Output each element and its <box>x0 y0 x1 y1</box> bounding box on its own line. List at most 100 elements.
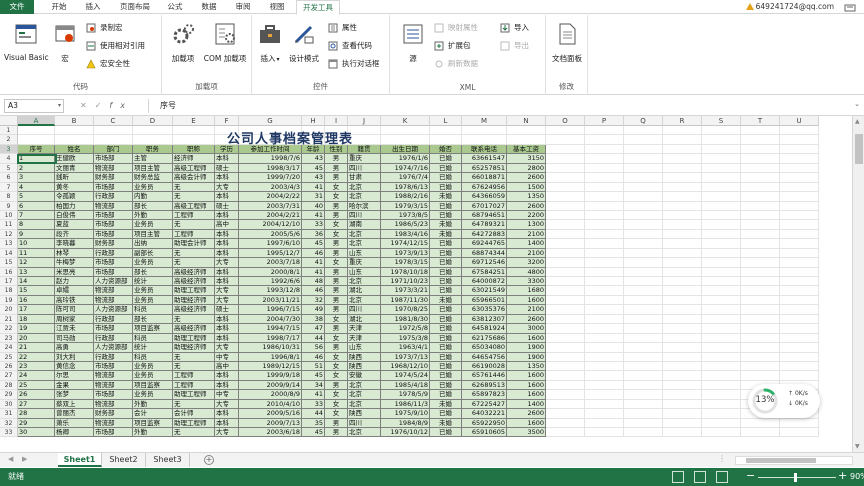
cell[interactable]: 67584251 <box>462 267 507 277</box>
cell[interactable] <box>546 361 585 372</box>
cell[interactable]: 业务员 <box>133 371 173 381</box>
map-properties-button[interactable]: 映射属性 <box>434 21 478 35</box>
cell[interactable]: 湖南 <box>348 220 381 230</box>
cell[interactable]: 3 <box>18 173 55 183</box>
cell[interactable]: 女 <box>325 192 348 202</box>
row-header[interactable]: 26 <box>0 362 17 372</box>
cell[interactable] <box>741 428 780 438</box>
cell[interactable] <box>780 333 819 344</box>
cell[interactable]: 已婚 <box>430 314 462 325</box>
cell[interactable] <box>780 343 819 353</box>
cell[interactable]: 1976/10/12 <box>381 428 430 438</box>
cell[interactable] <box>546 409 585 419</box>
cell[interactable] <box>585 220 624 230</box>
cell[interactable]: 2100 <box>507 305 546 315</box>
cell[interactable]: 本科 <box>215 277 239 287</box>
cell[interactable]: 杨卿 <box>55 428 94 438</box>
cell[interactable]: 67624956 <box>462 182 507 193</box>
cell[interactable]: 46 <box>302 248 325 259</box>
cell[interactable] <box>546 399 585 410</box>
cell[interactable]: 北京 <box>348 192 381 202</box>
column-header[interactable]: C <box>94 116 133 126</box>
cell[interactable] <box>663 305 702 315</box>
cell[interactable]: 2009/7/13 <box>239 418 302 428</box>
cell[interactable]: 64654756 <box>462 352 507 362</box>
cell[interactable]: 男 <box>325 343 348 353</box>
cell[interactable]: 19 <box>18 324 55 334</box>
page-layout-view-icon[interactable] <box>694 471 706 483</box>
cell[interactable] <box>702 267 741 277</box>
cell[interactable] <box>624 201 663 211</box>
cell[interactable]: 物流部 <box>94 286 133 296</box>
cell[interactable]: 1986/5/23 <box>381 220 430 230</box>
cell[interactable]: 男 <box>325 295 348 306</box>
cell[interactable]: 本科 <box>215 192 239 202</box>
cell[interactable]: 山东 <box>348 343 381 353</box>
cell[interactable]: 助理工程师 <box>173 390 215 400</box>
cell[interactable]: 1973/7/13 <box>381 352 430 362</box>
cell[interactable] <box>624 409 663 419</box>
cell[interactable]: 2003/7/18 <box>239 258 302 268</box>
cell[interactable]: 内勤 <box>133 192 173 202</box>
cell[interactable] <box>702 126 741 136</box>
cell[interactable]: 北京 <box>348 229 381 240</box>
cell[interactable]: 四川 <box>348 418 381 428</box>
cell[interactable]: 人力资源部 <box>94 343 133 353</box>
cell[interactable]: 1600 <box>507 418 546 428</box>
cell[interactable]: 63021549 <box>462 286 507 296</box>
row-header[interactable]: 9 <box>0 202 17 211</box>
cell[interactable]: 65897823 <box>462 390 507 400</box>
tab-data[interactable]: 数据 <box>194 0 224 14</box>
zoom-level[interactable]: 90% <box>850 472 864 481</box>
cell[interactable]: 2004/2/22 <box>239 192 302 202</box>
cell[interactable] <box>585 192 624 202</box>
cell[interactable]: 9 <box>18 229 55 240</box>
cell[interactable]: 1973/3/21 <box>381 286 430 296</box>
cell[interactable]: 男 <box>325 173 348 183</box>
cell[interactable]: 本科 <box>215 409 239 419</box>
cell[interactable] <box>741 201 780 211</box>
cell[interactable] <box>702 409 741 419</box>
cell[interactable]: 女 <box>325 333 348 344</box>
cell[interactable] <box>18 126 55 136</box>
cell[interactable]: 硕士 <box>215 201 239 211</box>
cell[interactable] <box>663 267 702 277</box>
cell[interactable]: 1989/12/15 <box>239 361 302 372</box>
cell[interactable]: 已婚 <box>430 286 462 296</box>
cell[interactable] <box>624 182 663 193</box>
cell[interactable]: 白俊伟 <box>55 210 94 221</box>
cell[interactable] <box>585 305 624 315</box>
cell[interactable]: 曾丽杰 <box>55 409 94 419</box>
cell[interactable]: 2600 <box>507 314 546 325</box>
cell[interactable] <box>546 371 585 381</box>
cell[interactable] <box>585 229 624 240</box>
cell[interactable]: 女 <box>325 258 348 268</box>
cell[interactable]: 64789321 <box>462 220 507 230</box>
cell[interactable]: 已婚 <box>430 380 462 391</box>
cell[interactable]: 1600 <box>507 371 546 381</box>
row-header[interactable]: 16 <box>0 268 17 277</box>
cell[interactable] <box>780 154 819 164</box>
cell[interactable]: 助理工程师 <box>173 418 215 428</box>
column-header[interactable]: I <box>325 116 348 126</box>
cell[interactable]: 1984/8/9 <box>381 418 430 428</box>
cell[interactable]: 未婚 <box>430 229 462 240</box>
scroll-up-icon[interactable]: ▲ <box>855 118 860 125</box>
cell[interactable]: 已婚 <box>430 277 462 287</box>
cell[interactable]: 1300 <box>507 220 546 230</box>
cell[interactable] <box>585 418 624 428</box>
cell[interactable] <box>55 126 94 136</box>
cell[interactable]: 男 <box>325 286 348 296</box>
cell[interactable]: 3300 <box>507 277 546 287</box>
cell[interactable] <box>741 220 780 230</box>
column-header[interactable]: S <box>702 116 741 126</box>
cell[interactable]: 林琴 <box>55 248 94 259</box>
chevron-down-icon[interactable]: ⌄ <box>854 100 860 108</box>
cell[interactable]: 1978/6/13 <box>381 182 430 193</box>
cell[interactable]: 已婚 <box>430 409 462 419</box>
row-header[interactable]: 20 <box>0 305 17 315</box>
cell[interactable] <box>663 182 702 193</box>
cell[interactable]: 项目监察 <box>133 324 173 334</box>
cell[interactable] <box>585 324 624 334</box>
cell[interactable] <box>546 352 585 362</box>
